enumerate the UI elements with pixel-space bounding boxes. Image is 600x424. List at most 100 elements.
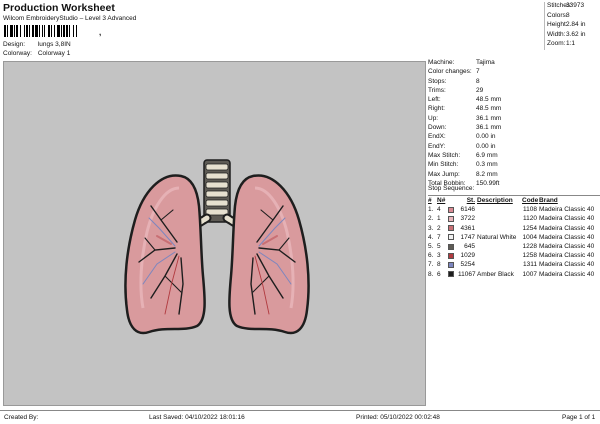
colorway-value: Colorway 1	[37, 50, 71, 57]
design-info: Design: lungs 3,8IN	[3, 41, 71, 48]
machine-row: Machine: Tajima	[428, 59, 600, 68]
barcode-suffix: ,	[99, 28, 102, 37]
machine-row: Color changes: 7	[428, 68, 600, 77]
machine-value: 0.00 in	[476, 133, 496, 141]
thread-code: 1258	[522, 252, 537, 260]
stitch-count: 3722	[460, 215, 475, 223]
color-swatch	[448, 243, 458, 250]
page-number: Page 1 of 1	[562, 414, 596, 421]
machine-row: Right: 48.5 mm	[428, 105, 600, 114]
thread-brand: Madeira Classic 40	[539, 215, 595, 223]
table-row: 2. 1 3722 1120 Madeira Classic 40	[428, 214, 600, 223]
design-value: lungs 3,8IN	[37, 41, 71, 48]
stat-value: 1:1	[566, 40, 576, 48]
stat-value: 33973	[566, 2, 585, 9]
thread-brand: Madeira Classic 40	[539, 252, 595, 260]
machine-value: 36.1 mm	[476, 124, 502, 132]
stat-row: Height: 2.84 in	[544, 21, 600, 31]
machine-label: Max Jump:	[428, 170, 460, 178]
thread-code: 1228	[522, 243, 537, 251]
machine-label: Machine:	[428, 59, 455, 66]
thread-code: 1120	[523, 215, 537, 223]
table-row: 4. 7 1747 Natural White 1004 Madeira Classic …	[428, 233, 600, 242]
needle-number: 6	[437, 270, 441, 278]
color-swatch-box	[448, 252, 454, 259]
design-canvas	[3, 61, 426, 406]
table-row: 1. 4 6146 1108 Madeira Classic 40	[428, 205, 600, 214]
thread-code: 1108	[523, 206, 537, 214]
row-index: 4.	[428, 233, 434, 241]
color-swatch	[448, 261, 458, 268]
header-code: Code	[522, 197, 539, 205]
machine-row: Max Jump: 8.2 mm	[428, 171, 600, 180]
stitch-count: 5254	[460, 261, 475, 269]
stat-label: Height:	[547, 21, 568, 29]
color-swatch	[448, 206, 458, 213]
machine-value: 8	[476, 77, 480, 85]
stat-row: Zoom: 1:1	[544, 40, 600, 50]
thread-code: 1311	[523, 261, 537, 269]
needle-number: 5	[437, 243, 441, 251]
thread-code: 1004	[522, 233, 537, 241]
machine-label: Trims:	[428, 86, 446, 94]
color-swatch-box	[448, 215, 454, 222]
software-subtitle: Wilcom EmbroideryStudio – Level 3 Advanc…	[3, 15, 137, 22]
machine-value: 150.99ft	[476, 179, 500, 187]
row-index: 1.	[428, 206, 434, 214]
footer: Created By: Last Saved: 04/10/2022 18:01…	[0, 410, 600, 424]
stitch-count: 1029	[460, 252, 475, 260]
header-stitches: St.	[466, 197, 475, 205]
color-swatch-box	[448, 225, 454, 232]
color-swatch	[448, 252, 458, 259]
page-title: Production Worksheet	[3, 2, 115, 14]
machine-value: Tajima	[476, 59, 495, 66]
color-swatch-box	[448, 261, 454, 268]
needle-number: 4	[437, 206, 441, 214]
color-swatch	[448, 225, 458, 232]
color-swatch-box	[448, 206, 454, 213]
stat-row: Colors: 8	[544, 11, 600, 22]
row-index: 5.	[428, 243, 434, 251]
machine-label: Color changes:	[428, 68, 472, 76]
row-index: 3.	[428, 224, 434, 232]
left-lung	[124, 174, 206, 335]
needle-number: 3	[437, 252, 441, 260]
machine-value: 8.2 mm	[476, 170, 498, 178]
machine-row: Max Stitch: 6.9 mm	[428, 152, 600, 161]
colorway-info: Colorway: Colorway 1	[3, 50, 70, 57]
machine-row: Down: 36.1 mm	[428, 124, 600, 133]
barcode	[4, 25, 98, 37]
machine-value: 7	[476, 68, 480, 76]
color-description: Amber Black	[477, 270, 514, 278]
machine-row: Min Stitch: 0.3 mm	[428, 161, 600, 170]
color-swatch-box	[448, 271, 454, 278]
color-description: Natural White	[477, 233, 517, 241]
color-swatch	[448, 215, 458, 222]
needle-number: 7	[437, 233, 441, 241]
machine-label: Right:	[428, 105, 445, 113]
last-saved: Last Saved: 04/10/2022 18:01:16	[149, 414, 245, 421]
table-row: 5. 5 645 1228 Madeira Classic 40	[428, 242, 600, 251]
stop-sequence-table: # N# St. Description Code Brand 1. 4 6146 1…	[428, 195, 600, 279]
stitch-count: 4361	[460, 224, 475, 232]
thread-brand: Madeira Classic 40	[539, 261, 595, 269]
stat-value: 3.62 in	[566, 30, 586, 38]
machine-value: 36.1 mm	[476, 114, 502, 122]
thread-brand: Madeira Classic 40	[539, 243, 595, 251]
lungs-embroidery-image	[124, 159, 310, 335]
machine-label: Up:	[428, 114, 439, 122]
table-row: 7. 8 5254 1311 Madeira Classic 40	[428, 260, 600, 269]
row-index: 6.	[428, 252, 434, 260]
thread-brand: Madeira Classic 40	[539, 270, 595, 278]
machine-label: Left:	[428, 96, 441, 104]
machine-row: EndX: 0.00 in	[428, 133, 600, 142]
created-by: Created By:	[4, 414, 39, 421]
table-row: 6. 3 1029 1258 Madeira Classic 40	[428, 251, 600, 260]
color-swatch	[448, 271, 458, 278]
stat-label: Colors:	[547, 11, 568, 19]
design-label: Design:	[3, 41, 26, 48]
machine-row: Trims: 29	[428, 87, 600, 96]
machine-label: Down:	[428, 124, 447, 132]
stat-row: Stitches: 33973	[544, 2, 600, 12]
table-row: 3. 2 4361 1254 Madeira Classic 40	[428, 224, 600, 233]
